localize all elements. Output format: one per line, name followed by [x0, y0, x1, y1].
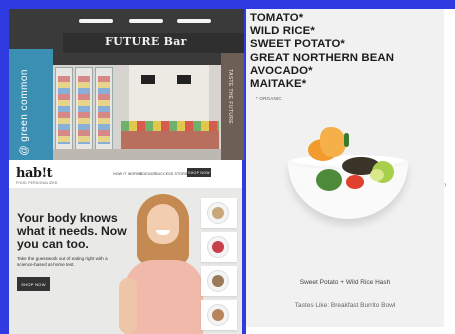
meal-card: [201, 232, 237, 262]
lime: [370, 169, 384, 181]
nav-how-it-works[interactable]: HOW IT WORKS: [113, 172, 142, 176]
meal-plate: [207, 304, 229, 326]
store-vertical-text: @ green common: [19, 69, 30, 156]
store-sign: FUTURE Bar: [105, 35, 187, 48]
ceiling-light: [177, 19, 211, 23]
tomato: [346, 175, 364, 189]
ingredient-item: AVOCADO*: [250, 64, 313, 77]
dish-name: Sweet Potato + Wild Rice Hash: [299, 279, 391, 286]
fridge: [95, 67, 113, 153]
floor: [53, 149, 221, 160]
ceiling-light: [79, 19, 113, 23]
meal-card: [201, 198, 237, 228]
ingredient-item: WILD RICE*: [250, 25, 315, 38]
product-panel: TOMATO* WILD RICE* SWEET POTATO* GREAT N…: [246, 9, 455, 334]
habit-logo[interactable]: hab!t: [16, 166, 53, 181]
habit-logo-sub: FOOD PERSONALIZED: [16, 181, 58, 185]
menu-screen: [141, 75, 155, 84]
storefront-photo: FUTURE Bar @ green common TASTE THE FUTU…: [9, 9, 244, 160]
hero-headline: Your body knows what it needs. Now you c…: [17, 211, 127, 252]
meal-plate: [207, 236, 229, 258]
habit-website: hab!t FOOD PERSONALIZED HOW IT WORKS SCI…: [9, 160, 242, 334]
meal-card: [201, 266, 237, 296]
nav-success-stories[interactable]: SUCCESS STORIES: [155, 172, 191, 176]
store-left-wall: [9, 49, 53, 160]
ceiling-light: [129, 19, 163, 23]
ingredient-item: TOMATO*: [250, 12, 304, 24]
fridge: [75, 67, 93, 153]
hero-body: Take the guesswork out of eating right w…: [17, 256, 108, 268]
product-card: TOMATO* WILD RICE* SWEET POTATO* GREAT N…: [246, 9, 444, 327]
ingredient-item: GREAT NORTHERN BEAN: [250, 51, 395, 64]
menu-screen: [177, 75, 191, 84]
tastes-like: Tastes Like: Breakfast Burrito Bowl: [294, 302, 396, 309]
nav-shop-button[interactable]: SHOP NOW: [187, 168, 211, 177]
ingredient-item: MAITAKE*: [250, 78, 307, 91]
pillar-text: TASTE THE FUTURE: [227, 69, 233, 125]
meal-plate: [207, 202, 229, 224]
meal-cards: [201, 198, 237, 334]
meal-card: [201, 300, 237, 330]
hero-person-face: [147, 204, 179, 244]
herb: [344, 133, 349, 147]
fridge: [55, 67, 73, 153]
hero-person-arm: [119, 278, 137, 334]
sweet-potato: [320, 127, 346, 157]
next-arrow-icon[interactable]: ›: [444, 180, 447, 189]
organic-note: * ORGANIC: [256, 96, 282, 101]
ingredient-list: TOMATO* WILD RICE* SWEET POTATO* GREAT N…: [250, 12, 394, 91]
meal-plate: [207, 270, 229, 292]
ingredient-item: SWEET POTATO*: [250, 38, 345, 51]
broccoli: [316, 169, 342, 191]
nav-science[interactable]: SCIENCE: [139, 172, 156, 176]
shop-now-button[interactable]: SHOP NOW: [17, 277, 50, 291]
